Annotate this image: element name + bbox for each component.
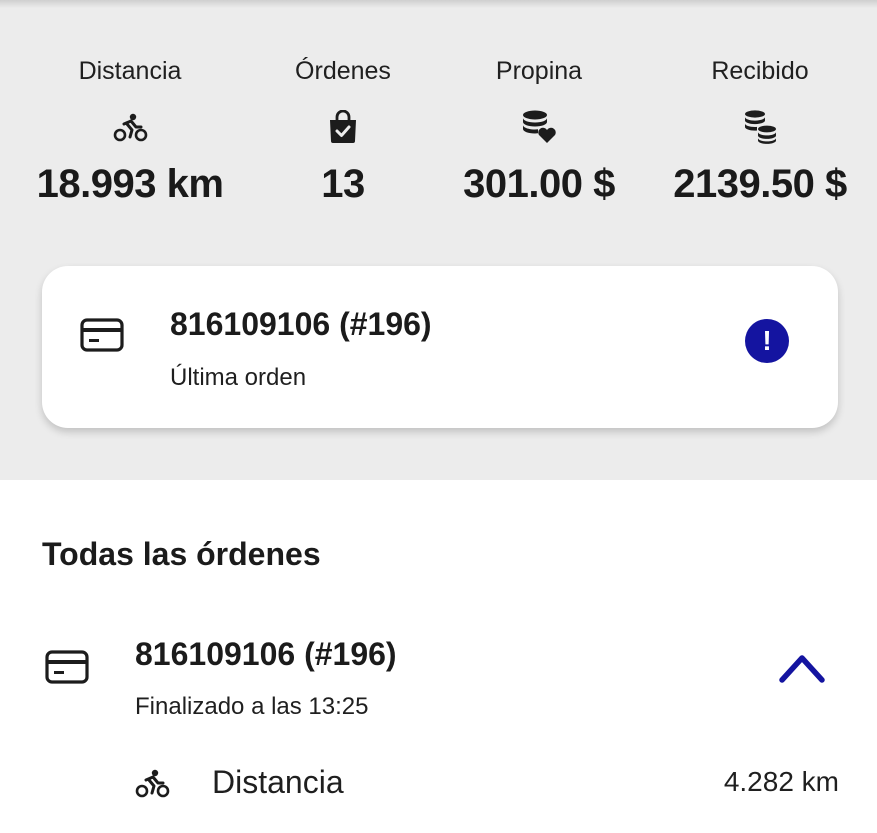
stat-distance-value: 18.993 km (36, 162, 224, 206)
stat-orders-value: 13 (321, 162, 365, 206)
stat-received-label: Recibido (711, 57, 809, 85)
all-orders-heading: Todas las órdenes (42, 536, 321, 572)
stat-tip: Propina 301.00 $ (429, 56, 649, 207)
coins-heart-icon (429, 110, 649, 144)
bicycle-rider-icon (20, 110, 240, 144)
order-number: 816109106 (#196) (135, 636, 397, 672)
order-status: Finalizado a las 13:25 (135, 693, 369, 720)
last-order-subtitle: Última orden (170, 364, 307, 391)
chevron-up-icon[interactable] (776, 650, 828, 686)
stat-orders: Órdenes 13 (233, 56, 453, 207)
last-order-card[interactable]: 816109106 (#196) Última orden ! (42, 266, 838, 428)
stat-tip-value: 301.00 $ (463, 162, 615, 206)
detail-distance-label: Distancia (212, 764, 344, 800)
stat-distance-label: Distancia (78, 57, 182, 85)
shopping-bag-check-icon (233, 110, 453, 144)
stat-received: Recibido 2139.50 $ (650, 56, 870, 207)
top-shadow (0, 0, 877, 8)
exclamation-circle-icon[interactable]: ! (745, 319, 789, 363)
stat-tip-label: Propina (495, 57, 583, 85)
credit-card-icon (45, 650, 89, 689)
stat-distance: Distancia 18.993 km (20, 56, 240, 207)
stat-orders-label: Órdenes (295, 57, 391, 85)
detail-distance-value: 4.282 km (723, 766, 839, 797)
stat-received-value: 2139.50 $ (673, 162, 847, 206)
last-order-number: 816109106 (#196) (170, 306, 432, 342)
credit-card-icon (80, 318, 124, 357)
bicycle-rider-icon (134, 768, 170, 803)
coin-stack-icon (650, 110, 870, 144)
